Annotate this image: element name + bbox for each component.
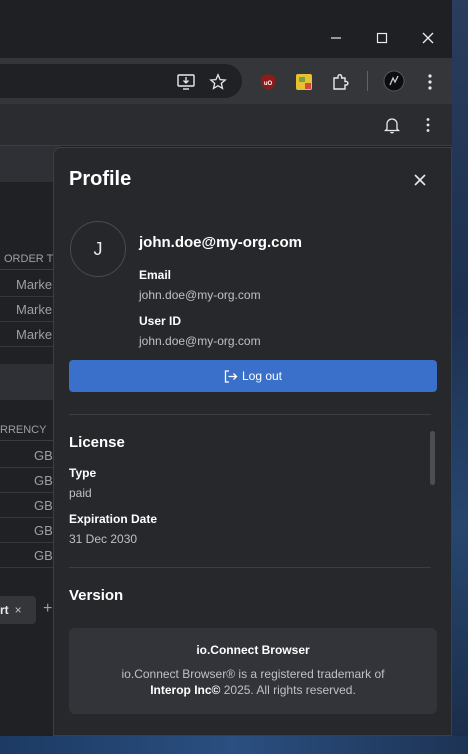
app-menu-button[interactable] xyxy=(414,111,442,139)
currency-cell: GB xyxy=(0,443,60,468)
tab-close-icon[interactable]: × xyxy=(15,603,22,617)
browser-toolbar: uO xyxy=(0,58,452,104)
more-vertical-icon xyxy=(428,74,432,90)
license-type-label: Type xyxy=(69,466,97,480)
desktop-wallpaper-bottom xyxy=(0,736,468,754)
panel-scrollbar[interactable] xyxy=(430,431,435,485)
bell-icon xyxy=(384,118,400,134)
rights-text: 2025. All rights reserved. xyxy=(220,683,356,697)
order-type-cell: Marke xyxy=(0,297,60,322)
about-box: io.Connect Browser io.Connect Browser® i… xyxy=(69,628,437,714)
minimize-button[interactable] xyxy=(320,22,352,54)
currency-cell: GB xyxy=(0,468,60,493)
browser-menu-button[interactable] xyxy=(416,68,444,96)
notes-extension-button[interactable] xyxy=(290,68,318,96)
company-name: Interop Inc© xyxy=(150,683,221,697)
notifications-button[interactable] xyxy=(378,111,406,139)
add-tab-button[interactable]: + xyxy=(43,600,52,618)
version-section-title: Version xyxy=(69,587,124,604)
background-section-header xyxy=(0,364,60,400)
expiration-date-value: 31 Dec 2030 xyxy=(69,532,138,546)
star-icon xyxy=(209,73,227,90)
expiration-date-label: Expiration Date xyxy=(69,512,158,526)
currency-cell: GB xyxy=(0,518,60,543)
logout-icon xyxy=(224,369,238,383)
minimize-icon xyxy=(331,37,341,39)
trademark-line-2: Interop Inc© 2025. All rights reserved. xyxy=(69,683,437,697)
sticky-notes-icon xyxy=(296,74,312,90)
app-header xyxy=(0,104,452,146)
avatar: J xyxy=(70,221,126,277)
section-divider xyxy=(69,414,431,415)
close-panel-button[interactable] xyxy=(408,168,432,192)
section-divider xyxy=(69,567,431,568)
user-id-label: User ID xyxy=(139,314,182,328)
desktop-wallpaper xyxy=(452,0,468,754)
ublock-extension-button[interactable]: uO xyxy=(254,68,282,96)
maximize-button[interactable] xyxy=(366,22,398,54)
close-window-button[interactable] xyxy=(412,22,444,54)
profile-avatar-icon xyxy=(383,70,405,92)
close-icon xyxy=(422,32,434,44)
workspace-tab[interactable]: rt × xyxy=(0,596,36,624)
license-section-title: License xyxy=(69,434,125,451)
panel-title: Profile xyxy=(69,168,132,190)
workspace-tab-label: rt xyxy=(0,603,9,617)
order-type-cell: Marke xyxy=(0,272,60,297)
currency-cell: GB xyxy=(0,493,60,518)
order-type-column-header: ORDER T xyxy=(0,248,60,270)
currency-cell: GB xyxy=(0,543,60,568)
ublock-shield-icon: uO xyxy=(261,74,275,90)
toolbar-separator xyxy=(367,71,368,91)
extensions-button[interactable] xyxy=(326,68,354,96)
install-app-icon xyxy=(177,74,195,90)
user-id-value: john.doe@my-org.com xyxy=(139,334,261,348)
title-bar xyxy=(0,0,452,58)
svg-text:uO: uO xyxy=(264,81,273,87)
maximize-icon xyxy=(376,32,388,44)
puzzle-icon xyxy=(333,74,349,90)
background-section-header xyxy=(0,146,60,182)
trademark-line-1: io.Connect Browser® is a registered trad… xyxy=(121,667,385,681)
more-vertical-icon xyxy=(426,118,430,132)
email-value: john.doe@my-org.com xyxy=(139,288,261,302)
close-icon xyxy=(414,174,426,186)
logout-label: Log out xyxy=(241,369,283,383)
install-app-button[interactable] xyxy=(172,68,200,96)
currency-column-header: RRENCY xyxy=(0,419,60,441)
browser-window: uO ORDER T Marke Marke Marke RRENCY GB G… xyxy=(0,0,452,736)
bookmark-star-button[interactable] xyxy=(204,68,232,96)
email-label: Email xyxy=(139,268,172,282)
license-type-value: paid xyxy=(69,486,92,500)
profile-avatar-button[interactable] xyxy=(380,67,408,95)
order-type-cell: Marke xyxy=(0,322,60,347)
logout-button[interactable]: Log out xyxy=(69,360,437,392)
product-name: io.Connect Browser xyxy=(196,643,310,657)
user-email-heading: john.doe@my-org.com xyxy=(139,234,302,251)
profile-panel: Profile J john.doe@my-org.com Email john… xyxy=(53,147,452,736)
